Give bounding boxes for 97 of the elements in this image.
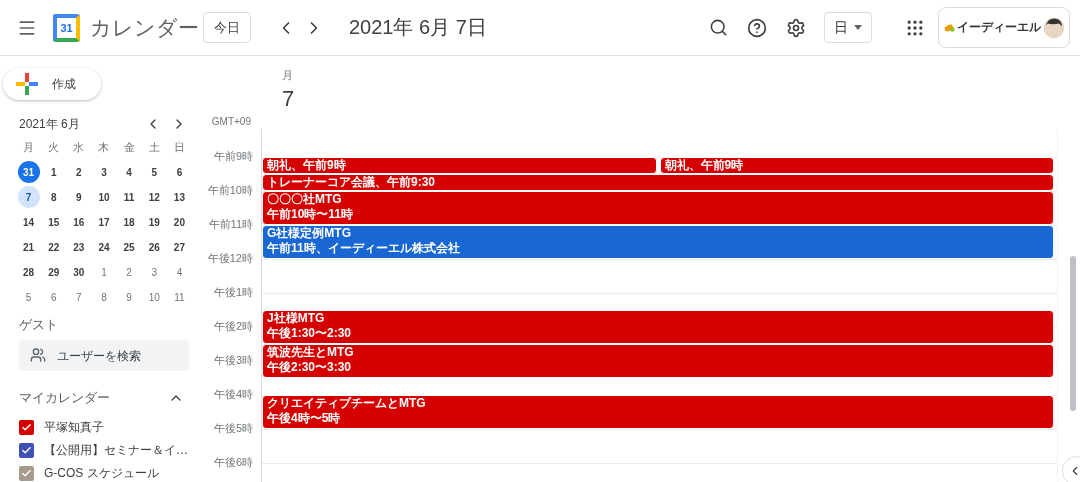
day-cell[interactable]: 11 <box>168 286 191 308</box>
hour-label: 午後6時 <box>212 456 254 470</box>
date-title: 2021年 6月 7日 <box>349 15 487 40</box>
day-cell[interactable]: 3 <box>143 261 166 283</box>
day-cell[interactable]: 5 <box>17 286 40 308</box>
weekday-label: 月 <box>282 68 294 83</box>
company-name: イーディーエル <box>957 19 1041 36</box>
day-cell[interactable]: 5 <box>143 161 166 183</box>
day-cell[interactable]: 27 <box>168 236 191 258</box>
check-icon <box>21 444 32 456</box>
event-block[interactable]: 〇〇〇社MTG 午前10時〜11時 <box>262 191 1054 225</box>
plus-icon <box>16 73 38 95</box>
event-block[interactable]: G社様定例MTG 午前11時、イーディーエル株式会社 <box>262 225 1054 259</box>
hour-label: 午後4時 <box>212 388 254 402</box>
account-button[interactable]: イーディーエル <box>938 7 1070 48</box>
day-cell[interactable]: 11 <box>118 186 141 208</box>
calendar-name: G-COS スケジュール <box>44 464 159 482</box>
today-button[interactable]: 今日 <box>203 12 251 43</box>
user-search-field[interactable]: ユーザーを検索 <box>19 340 189 371</box>
hour-label: 午前9時 <box>212 150 254 164</box>
view-select[interactable]: 日 <box>824 12 872 43</box>
weekday-label: 日 <box>173 140 185 155</box>
gear-icon <box>786 17 806 38</box>
hour-label: 午後5時 <box>212 422 254 436</box>
day-cell[interactable]: 7 <box>17 186 40 208</box>
day-cell[interactable]: 8 <box>42 186 65 208</box>
people-icon <box>30 347 46 363</box>
help-icon <box>747 17 767 38</box>
day-cell[interactable]: 26 <box>143 236 166 258</box>
day-cell[interactable]: 21 <box>17 236 40 258</box>
day-cell[interactable]: 23 <box>67 236 90 258</box>
calendar-name: 平塚知真子 <box>44 418 104 436</box>
weekday-label: 木 <box>98 140 110 155</box>
day-cell[interactable]: 2 <box>118 261 141 283</box>
event-block[interactable]: クリエイティブチームとMTG 午後4時〜5時 <box>262 395 1054 429</box>
event-block[interactable]: トレーナーコア会議、午前9:30 <box>262 174 1054 191</box>
scrollbar-thumb[interactable] <box>1070 256 1076 411</box>
day-cell[interactable]: 10 <box>143 286 166 308</box>
hour-label: 午前10時 <box>206 184 254 198</box>
event-block[interactable]: 朝礼、午前9時 <box>262 157 657 174</box>
day-cell[interactable]: 1 <box>42 161 65 183</box>
calendar-checkbox[interactable] <box>19 419 34 435</box>
day-cell[interactable]: 17 <box>93 211 115 233</box>
day-cell[interactable]: 15 <box>42 211 65 233</box>
event-block[interactable]: 筑波先生とMTG 午後2:30〜3:30 <box>262 344 1054 378</box>
day-cell[interactable]: 9 <box>118 286 141 308</box>
day-cell[interactable]: 25 <box>118 236 141 258</box>
day-cell[interactable]: 6 <box>42 286 65 308</box>
day-cell[interactable]: 4 <box>118 161 141 183</box>
day-cell[interactable]: 6 <box>168 161 191 183</box>
hour-label: 午後3時 <box>212 354 254 368</box>
month-title: 2021年 6月 <box>19 115 81 133</box>
day-number[interactable]: 7 <box>282 86 1058 112</box>
day-cell[interactable]: 28 <box>17 261 40 283</box>
weekday-label: 水 <box>73 140 85 155</box>
calendar-checkbox[interactable] <box>19 465 34 481</box>
day-cell[interactable]: 10 <box>93 186 115 208</box>
weekday-label: 月 <box>23 140 35 155</box>
day-cell[interactable]: 8 <box>93 286 115 308</box>
hour-label: 午前11時 <box>207 218 254 232</box>
calendar-name: 【公開用】セミナー＆イ… <box>44 441 188 459</box>
my-calendars-title: マイカレンダー <box>19 389 110 407</box>
day-cell[interactable]: 14 <box>17 211 40 233</box>
weekday-label: 火 <box>48 140 60 155</box>
day-cell[interactable]: 4 <box>168 261 191 283</box>
timezone-label: GMT+09 <box>211 116 251 127</box>
day-cell[interactable]: 7 <box>67 286 90 308</box>
day-cell[interactable]: 19 <box>143 211 166 233</box>
hour-label: 午後2時 <box>212 320 254 334</box>
create-button[interactable]: 作成 <box>3 68 101 100</box>
day-cell[interactable]: 18 <box>118 211 141 233</box>
calendar-logo: 31 <box>53 13 80 42</box>
weekday-label: 土 <box>148 140 160 155</box>
check-icon <box>21 421 32 433</box>
day-cell[interactable]: 1 <box>93 261 115 283</box>
event-block[interactable]: J社様MTG 午後1:30〜2:30 <box>262 310 1054 344</box>
search-icon <box>708 18 728 37</box>
hour-label: 午後1時 <box>212 286 254 300</box>
day-cell[interactable]: 29 <box>42 261 65 283</box>
weekday-label: 金 <box>123 140 135 155</box>
calendar-checkbox[interactable] <box>19 442 34 458</box>
day-cell[interactable]: 31 <box>17 161 40 183</box>
day-cell[interactable]: 30 <box>67 261 90 283</box>
day-cell[interactable]: 3 <box>93 161 115 183</box>
day-cell[interactable]: 22 <box>42 236 65 258</box>
day-cell[interactable]: 9 <box>67 186 90 208</box>
day-cell[interactable]: 20 <box>168 211 191 233</box>
day-cell[interactable]: 12 <box>143 186 166 208</box>
app-name: カレンダー <box>90 14 200 41</box>
day-cell[interactable]: 24 <box>93 236 115 258</box>
day-cell[interactable]: 16 <box>67 211 90 233</box>
guests-title: ゲスト <box>19 316 59 334</box>
event-block[interactable]: 朝礼、午前9時 <box>659 157 1054 174</box>
day-cell[interactable]: 2 <box>67 161 90 183</box>
day-cell[interactable]: 13 <box>168 186 191 208</box>
check-icon <box>21 467 32 479</box>
hour-label: 午後12時 <box>206 252 254 266</box>
